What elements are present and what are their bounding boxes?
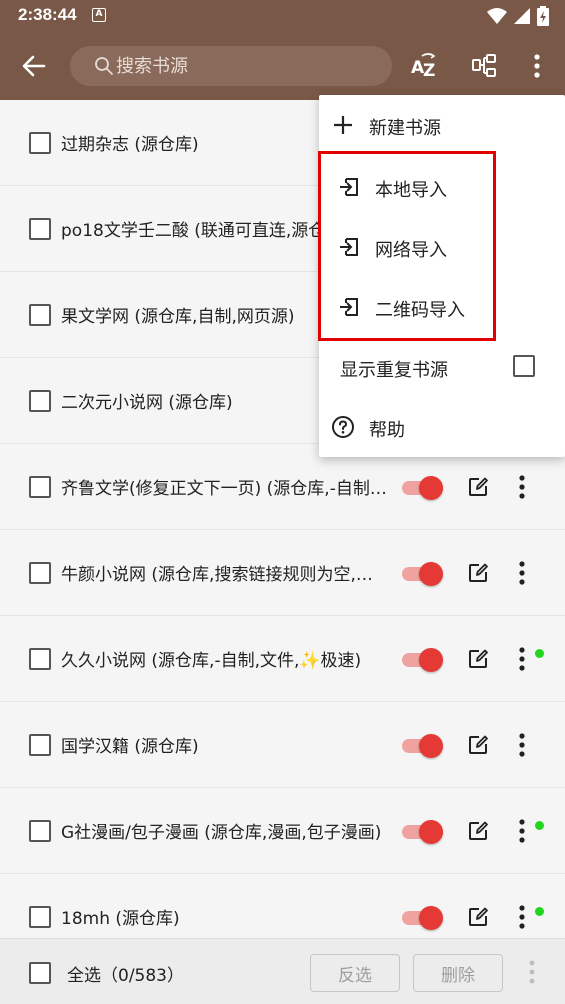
switch-thumb (419, 562, 443, 586)
select-all-label: 全选（0/583） (67, 966, 184, 986)
edit-icon[interactable] (466, 905, 490, 929)
switch-thumb (419, 734, 443, 758)
source-name: 牛颜小说网 (源仓库,搜索链接规则为空,… (61, 565, 373, 585)
enable-switch[interactable] (402, 562, 443, 586)
svg-text:Z: Z (423, 61, 435, 81)
status-icons (487, 6, 549, 26)
row-checkbox[interactable] (29, 734, 51, 756)
table-row[interactable]: 久久小说网 (源仓库,-自制,文件,✨极速) (0, 616, 565, 702)
row-checkbox[interactable] (29, 820, 51, 842)
enable-switch[interactable] (402, 648, 443, 672)
search-box[interactable] (70, 46, 392, 86)
signal-icon (514, 8, 530, 24)
more-vert-icon[interactable] (512, 646, 532, 672)
overflow-menu-button[interactable] (521, 50, 553, 82)
wifi-icon (487, 8, 507, 24)
switch-thumb (419, 648, 443, 672)
more-vert-icon (534, 54, 540, 78)
edit-icon[interactable] (466, 475, 490, 499)
row-checkbox[interactable] (29, 390, 51, 412)
group-button[interactable] (468, 50, 500, 82)
edit-icon[interactable] (466, 647, 490, 671)
enable-switch[interactable] (402, 906, 443, 930)
row-checkbox[interactable] (29, 132, 51, 154)
switch-thumb (419, 820, 443, 844)
menu-item-help[interactable]: 帮助 (319, 397, 565, 457)
delete-button[interactable]: 删除 (413, 954, 503, 992)
more-vert-icon[interactable] (512, 732, 532, 758)
invert-selection-button[interactable]: 反选 (310, 954, 400, 992)
menu-item-label: 新建书源 (369, 118, 441, 139)
notification-icon: A (92, 8, 106, 22)
row-checkbox[interactable] (29, 906, 51, 928)
table-row[interactable]: 牛颜小说网 (源仓库,搜索链接规则为空,… (0, 530, 565, 616)
battery-icon (537, 6, 549, 26)
enable-switch[interactable] (402, 734, 443, 758)
switch-thumb (419, 476, 443, 500)
more-vert-icon (529, 960, 535, 984)
help-icon (332, 416, 354, 438)
back-button[interactable] (18, 50, 50, 82)
new-indicator-dot (535, 821, 544, 830)
menu-item-label: 显示重复书源 (340, 360, 448, 381)
menu-item-show-duplicates[interactable]: 显示重复书源 (319, 337, 565, 397)
enable-switch[interactable] (402, 476, 443, 500)
source-name: 齐鲁文学(修复正文下一页) (源仓库,-自制… (61, 479, 387, 499)
arrow-back-icon (22, 55, 46, 77)
source-name: 18mh (源仓库) (61, 909, 180, 929)
search-input[interactable] (116, 46, 376, 86)
add-icon (334, 116, 352, 134)
edit-icon[interactable] (466, 561, 490, 585)
enable-switch[interactable] (402, 820, 443, 844)
edit-icon[interactable] (466, 733, 490, 757)
row-checkbox[interactable] (29, 218, 51, 240)
sort-az-icon: A Z (411, 53, 436, 81)
row-checkbox[interactable] (29, 304, 51, 326)
menu-item-new-source[interactable]: 新建书源 (319, 95, 565, 155)
status-time: 2:38:44 (18, 5, 77, 24)
status-bar: 2:38:44 A (0, 0, 565, 32)
row-checkbox[interactable] (29, 562, 51, 584)
show-duplicates-checkbox[interactable] (513, 355, 535, 377)
table-row[interactable]: 国学汉籍 (源仓库) (0, 702, 565, 788)
table-row[interactable]: G社漫画/包子漫画 (源仓库,漫画,包子漫画) (0, 788, 565, 874)
more-vert-icon[interactable] (512, 474, 532, 500)
toolbar: A Z (0, 32, 565, 100)
row-checkbox[interactable] (29, 648, 51, 670)
row-checkbox[interactable] (29, 476, 51, 498)
source-name: 国学汉籍 (源仓库) (61, 737, 199, 757)
new-indicator-dot (535, 649, 544, 658)
select-all-checkbox[interactable] (29, 962, 51, 984)
import-options-highlight (318, 151, 496, 341)
source-name: 久久小说网 (源仓库,-自制,文件,✨极速) (61, 651, 362, 671)
new-indicator-dot (535, 907, 544, 916)
search-icon (95, 57, 113, 75)
more-vert-icon[interactable] (512, 560, 532, 586)
switch-thumb (419, 906, 443, 930)
bottom-bar: 全选（0/583） 反选 删除 (0, 938, 565, 1004)
more-vert-icon[interactable] (512, 818, 532, 844)
sort-button[interactable]: A Z (408, 50, 440, 82)
menu-item-label: 帮助 (369, 420, 405, 441)
more-vert-icon[interactable] (512, 904, 532, 930)
bottom-more-button[interactable] (522, 959, 542, 985)
source-name: G社漫画/包子漫画 (源仓库,漫画,包子漫画) (61, 823, 382, 843)
group-icon (472, 54, 496, 77)
edit-icon[interactable] (466, 819, 490, 843)
